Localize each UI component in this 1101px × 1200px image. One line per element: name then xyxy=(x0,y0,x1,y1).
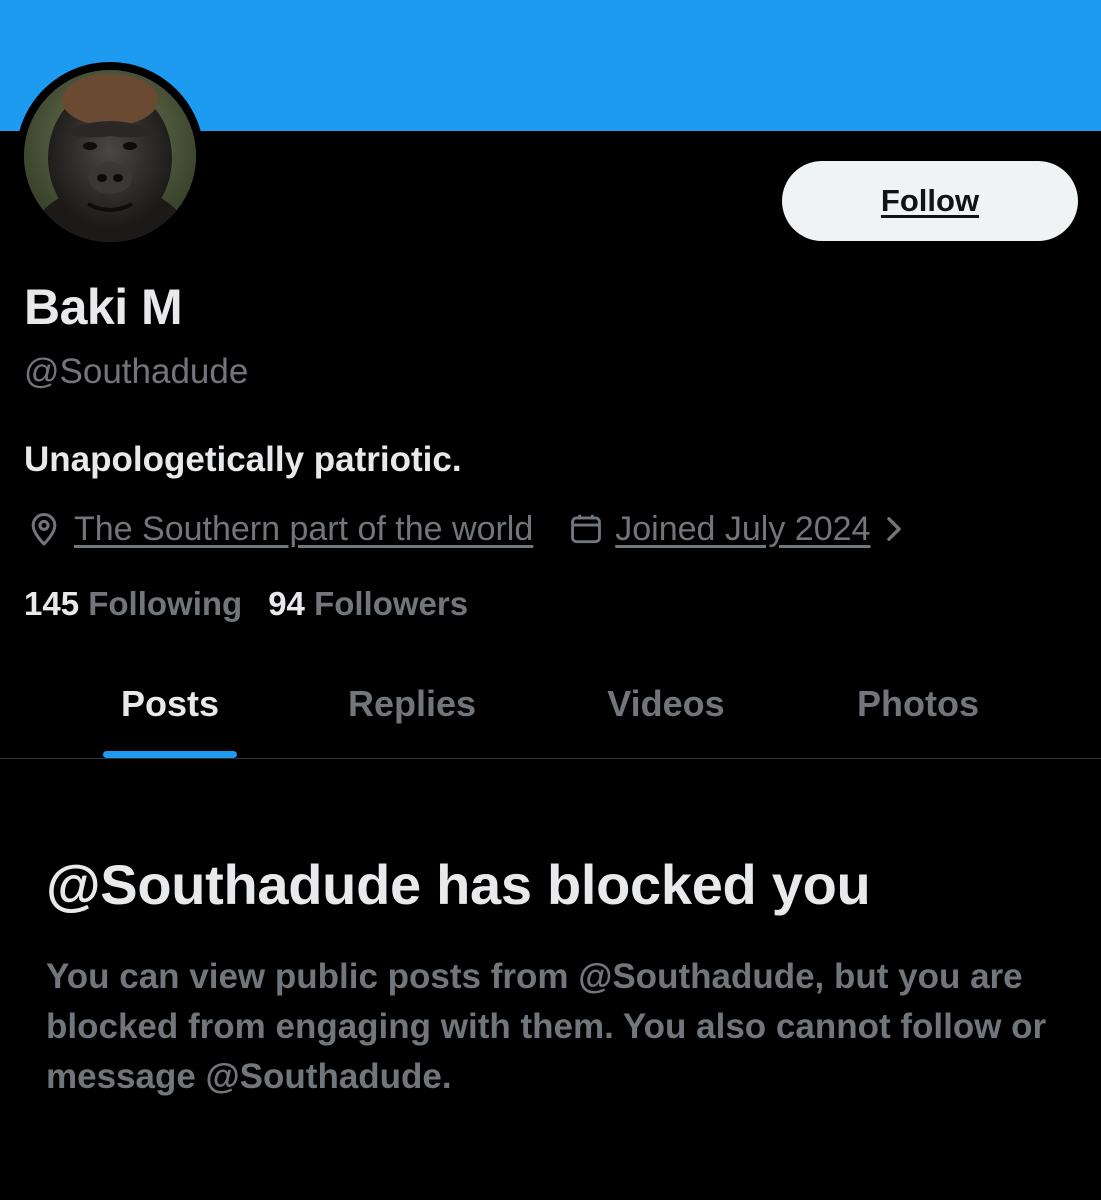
chevron-right-icon[interactable] xyxy=(880,512,908,546)
blocked-title: @Southadude has blocked you xyxy=(46,853,871,916)
following-count: 145 xyxy=(24,585,89,622)
user-handle: @Southadude xyxy=(24,352,249,391)
avatar-frame[interactable] xyxy=(16,62,204,250)
joined-date-link[interactable]: Joined July 2024 xyxy=(615,510,870,549)
tab-replies[interactable]: Replies xyxy=(320,650,504,758)
location-pin-icon xyxy=(24,509,64,549)
avatar[interactable] xyxy=(24,70,196,242)
follow-stats: 145 Following 94 Followers xyxy=(24,585,468,623)
following-label: Following xyxy=(88,585,243,622)
profile-meta: The Southern part of the world Joined Ju… xyxy=(24,506,908,552)
tab-photos[interactable]: Photos xyxy=(826,650,1010,758)
followers-count: 94 xyxy=(268,585,315,622)
follow-button[interactable]: Follow xyxy=(782,161,1078,241)
location-link[interactable]: The Southern part of the world xyxy=(74,510,533,549)
calendar-icon xyxy=(567,510,605,548)
followers-label: Followers xyxy=(314,585,469,622)
active-tab-indicator xyxy=(103,751,237,758)
profile-bio: Unapologetically patriotic. xyxy=(24,440,462,479)
tab-videos[interactable]: Videos xyxy=(576,650,756,758)
blocked-description: You can view public posts from @Southadu… xyxy=(46,957,1047,1096)
display-name: Baki M xyxy=(24,279,183,335)
tab-posts[interactable]: Posts xyxy=(80,650,260,758)
followers-stat[interactable]: 94 Followers xyxy=(268,585,468,623)
following-stat[interactable]: 145 Following xyxy=(24,585,242,623)
profile-tabs: Posts Replies Videos Photos xyxy=(0,650,1101,759)
